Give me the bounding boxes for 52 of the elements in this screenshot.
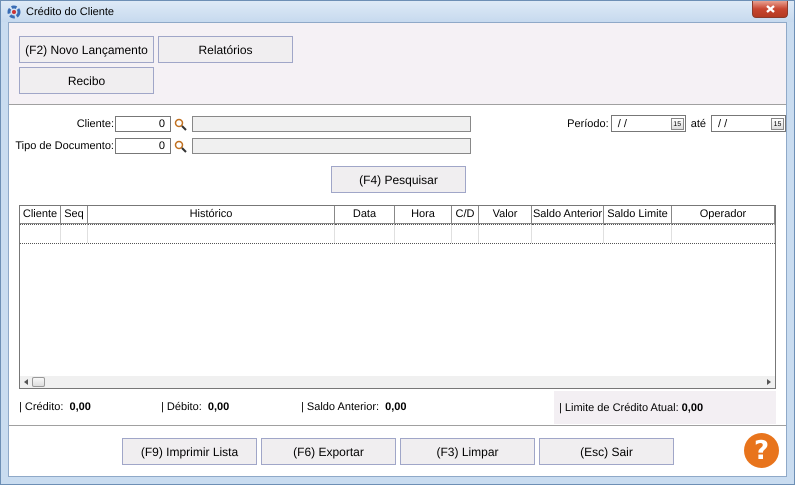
action-button[interactable]: (Esc) Sair: [539, 438, 674, 465]
table-cell[interactable]: [20, 224, 61, 243]
table-cell[interactable]: [88, 224, 335, 243]
field-label: Tipo de Documento:: [14, 140, 115, 152]
table-cell[interactable]: [395, 224, 452, 243]
table-cell[interactable]: [452, 224, 479, 243]
scroll-right-icon[interactable]: [767, 379, 771, 385]
column-header[interactable]: Saldo Anterior: [532, 206, 604, 224]
column-header[interactable]: Data: [335, 206, 395, 224]
description-field[interactable]: [192, 116, 471, 132]
field-label: Cliente:: [76, 118, 115, 130]
action-button[interactable]: (F3) Limpar: [400, 438, 535, 465]
credit-limit-text: | Limite de Crédito Atual: 0,00: [554, 391, 776, 424]
toolbar-button[interactable]: (F2) Novo Lançamento: [19, 36, 154, 63]
date-value: / /: [618, 118, 627, 130]
table-cell[interactable]: [335, 224, 395, 243]
description-field[interactable]: [192, 138, 471, 154]
date-value: / /: [718, 118, 728, 130]
column-header[interactable]: Hora: [395, 206, 452, 224]
table-cell[interactable]: [61, 224, 88, 243]
app-icon: [7, 4, 21, 18]
column-header[interactable]: Histórico: [88, 206, 335, 224]
total-text: | Débito: 0,00: [161, 401, 230, 413]
close-button[interactable]: [752, 1, 788, 18]
window-title: Crédito do Cliente: [26, 6, 114, 18]
action-button[interactable]: (F9) Imprimir Lista: [122, 438, 257, 465]
column-header[interactable]: Valor: [479, 206, 532, 224]
toolbar-button[interactable]: Recibo: [19, 67, 154, 94]
search-icon[interactable]: [174, 140, 187, 152]
column-header[interactable]: C/D: [452, 206, 479, 224]
search-button[interactable]: (F4) Pesquisar: [331, 166, 466, 193]
total-text: | Crédito: 0,00: [19, 401, 92, 413]
column-header[interactable]: Saldo Limite: [604, 206, 672, 224]
period-label: Período:: [567, 118, 609, 130]
column-header[interactable]: Operador: [672, 206, 775, 224]
table-cell[interactable]: [479, 224, 532, 243]
close-icon: [764, 4, 776, 14]
total-text: | Saldo Anterior: 0,00: [301, 401, 408, 413]
to-label: até: [690, 118, 706, 130]
code-field[interactable]: 0: [115, 138, 171, 154]
toolbar-button[interactable]: Relatórios: [158, 36, 293, 63]
table-cell[interactable]: [604, 224, 672, 243]
scroll-left-icon[interactable]: [24, 379, 28, 385]
scroll-thumb[interactable]: [32, 377, 45, 387]
search-icon[interactable]: [174, 118, 187, 130]
horizontal-scrollbar[interactable]: [20, 376, 775, 388]
column-header[interactable]: Seq: [61, 206, 88, 224]
table-cell[interactable]: [532, 224, 604, 243]
code-field[interactable]: 0: [115, 116, 171, 132]
action-button[interactable]: (F6) Exportar: [261, 438, 396, 465]
table-cell[interactable]: [672, 224, 775, 243]
column-header[interactable]: Cliente: [20, 206, 61, 224]
